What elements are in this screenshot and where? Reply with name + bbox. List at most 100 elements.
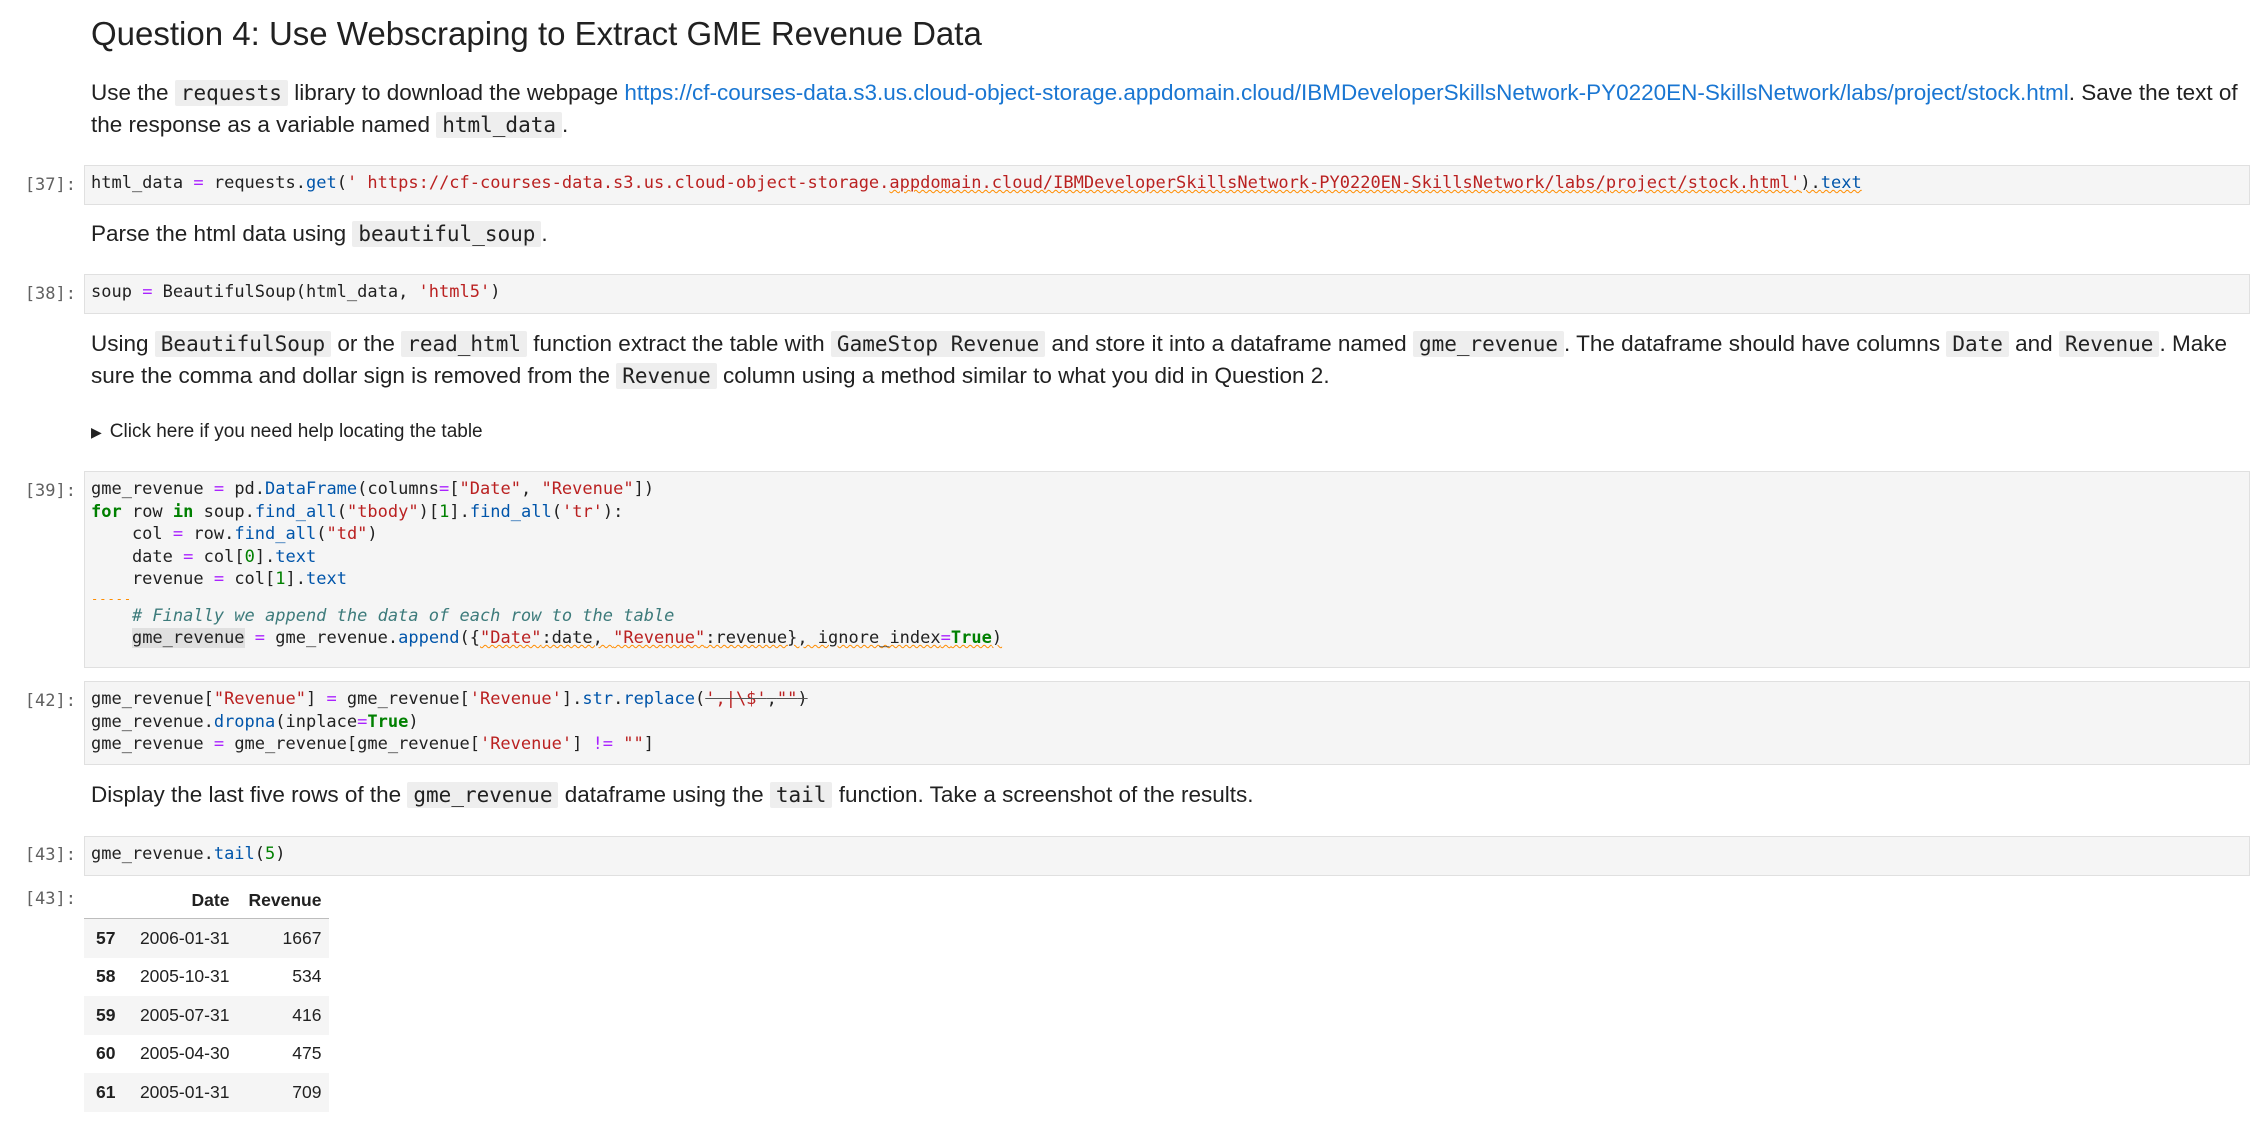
code-token: gme_revenue	[91, 734, 214, 754]
code-token: ',|\$'	[705, 689, 767, 709]
code-token: col[	[193, 546, 245, 567]
code-token: =	[357, 711, 368, 732]
inline-code-html-data: html_data	[436, 112, 563, 138]
code-token: )	[797, 689, 808, 709]
code-token: )	[490, 282, 501, 302]
intro-text: .	[562, 112, 569, 137]
code-token: 5	[265, 844, 276, 864]
code-token: :revenue}, ignore_index	[705, 628, 941, 648]
code-token: text	[1820, 173, 1862, 193]
code-editor[interactable]: gme_revenue = pd.DataFrame(columns=["Dat…	[91, 478, 2243, 650]
stock-html-link[interactable]: https://cf-courses-data.s3.us.cloud-obje…	[624, 80, 2068, 105]
code-line: -----	[91, 591, 2243, 605]
code-token: dropna	[213, 711, 276, 732]
code-line: revenue = col[1].text	[91, 568, 2243, 591]
notebook-page: Question 4: Use Webscraping to Extract G…	[0, 0, 2258, 1138]
code-token: 1	[439, 501, 450, 522]
code-token: col[	[224, 569, 276, 589]
code-token: 'Revenue'	[479, 734, 573, 754]
code-editor[interactable]: gme_revenue["Revenue"] = gme_revenue['Re…	[91, 688, 2243, 756]
code-token: =	[326, 689, 337, 709]
code-token: row	[121, 501, 173, 522]
code-token: gme_revenue	[131, 628, 245, 648]
code-token: ' https://cf-courses-data.s3.us.cloud-ob…	[346, 173, 890, 193]
markdown-intro-cell: Use the requests library to download the…	[91, 77, 2238, 141]
code-cell-42[interactable]: gme_revenue["Revenue"] = gme_revenue['Re…	[84, 681, 2250, 765]
date-header: Date	[127, 882, 238, 919]
table-row: 57 2006-01-31 1667	[84, 918, 330, 958]
parse-text: .	[541, 221, 548, 246]
code-token: "tbody"	[346, 501, 419, 522]
code-token: ])	[633, 479, 655, 499]
extract-text: and	[2008, 331, 2059, 356]
input-prompt-38: [38]:	[24, 284, 76, 304]
table-row: 58 2005-10-31 534	[84, 958, 329, 997]
revenue-cell: 475	[292, 1043, 322, 1064]
code-token: ]	[305, 689, 327, 709]
date-cell: 2006-01-31	[139, 927, 230, 948]
markdown-extract-cell: Using BeautifulSoup or the read_html fun…	[91, 328, 2238, 392]
code-token: =	[172, 524, 184, 544]
code-token: 1	[275, 569, 286, 589]
table-row: 59 2005-07-31 416	[84, 996, 330, 1035]
row-index: 61	[96, 1081, 116, 1102]
code-token: find_all	[234, 524, 317, 544]
markdown-heading-cell: Question 4: Use Webscraping to Extract G…	[91, 14, 2238, 54]
code-token: (	[254, 844, 266, 864]
code-token: BeautifulSoup(html_data,	[162, 282, 419, 302]
display-text: function. Take a screenshot of the resul…	[832, 782, 1254, 807]
revenue-header: Revenue	[237, 882, 330, 919]
code-editor[interactable]: html_data = requests.get(' https://cf-co…	[91, 172, 2243, 195]
parse-paragraph: Parse the html data using beautiful_soup…	[91, 218, 2238, 250]
code-token: ].	[561, 689, 583, 709]
code-cell-39[interactable]: gme_revenue = pd.DataFrame(columns=["Dat…	[84, 471, 2250, 668]
date-cell: 2005-07-31	[139, 1004, 230, 1025]
code-token: =	[213, 569, 225, 589]
code-token: for	[91, 501, 122, 522]
markdown-display-cell: Display the last five rows of the gme_re…	[91, 779, 2238, 811]
code-token: :date,	[541, 628, 614, 648]
revenue-cell: 534	[292, 966, 322, 987]
code-token: (	[336, 501, 347, 522]
code-cell-43[interactable]: gme_revenue.tail(5)	[84, 836, 2250, 876]
code-token: 'tr'	[561, 501, 603, 522]
code-token: html_data	[91, 173, 184, 193]
code-token: col	[91, 524, 173, 544]
code-token: .	[295, 173, 306, 193]
inline-code-gamestop-revenue: GameStop Revenue	[830, 331, 1046, 357]
code-token: ,	[520, 479, 542, 499]
code-token: gme_revenue.	[91, 711, 214, 732]
code-token: gme_revenue[	[91, 689, 214, 709]
code-line: for row in soup.find_all("tbody")[1].fin…	[91, 501, 2243, 524]
code-token: gme_revenue.	[265, 628, 399, 648]
code-editor[interactable]: soup = BeautifulSoup(html_data, 'html5')	[91, 281, 2243, 304]
intro-paragraph: Use the requests library to download the…	[91, 77, 2238, 141]
code-token: date	[91, 546, 184, 567]
code-token: 'html5'	[418, 282, 491, 302]
code-token: )	[408, 711, 419, 732]
code-token: appdomain.cloud/IBMDeveloperSkillsNetwor…	[889, 173, 1801, 193]
inline-code-read-html: read_html	[401, 331, 527, 357]
row-index: 60	[96, 1043, 116, 1064]
details-summary-text: Click here if you need help locating the…	[109, 421, 483, 442]
date-cell: 2005-10-31	[139, 966, 230, 987]
index-header	[84, 882, 128, 919]
code-token: =	[940, 628, 951, 648]
display-text: dataframe using the	[558, 782, 770, 807]
code-editor[interactable]: gme_revenue.tail(5)	[91, 843, 2243, 866]
display-paragraph: Display the last five rows of the gme_re…	[91, 779, 2238, 811]
code-token: ):	[602, 501, 624, 522]
code-token: ,	[766, 689, 777, 709]
code-line: # Finally we append the data of each row…	[91, 605, 2243, 628]
help-details-toggle[interactable]: ▶ Click here if you need help locating th…	[91, 419, 483, 445]
input-prompt-39: [39]:	[24, 481, 76, 501]
code-token: gme_revenue	[91, 479, 204, 499]
code-cell-37[interactable]: html_data = requests.get(' https://cf-co…	[84, 165, 2250, 205]
code-cell-38[interactable]: soup = BeautifulSoup(html_data, 'html5')	[84, 274, 2250, 314]
code-token: (	[551, 501, 562, 522]
code-token: gme_revenue.	[91, 844, 214, 864]
code-token: get	[305, 173, 337, 193]
